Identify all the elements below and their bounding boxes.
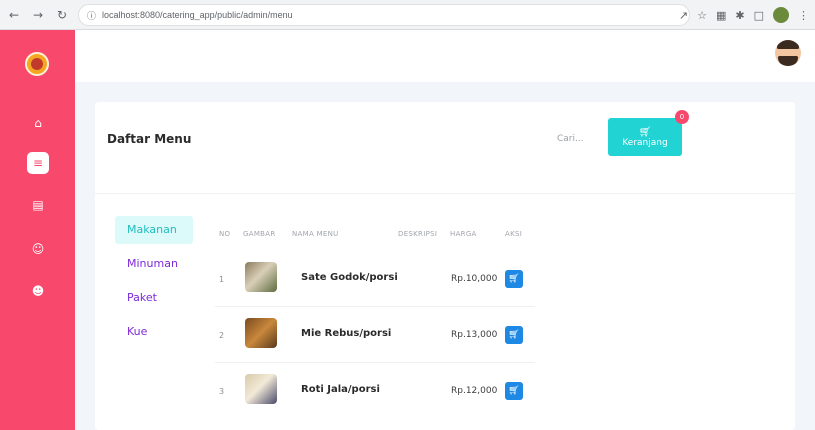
main-content: Daftar Menu Cari... 🛒︎ Keranjang 0 Makan…: [75, 82, 815, 430]
menu-card: Daftar Menu Cari... 🛒︎ Keranjang 0 Makan…: [95, 102, 795, 430]
cart-icon: 🛒︎: [508, 386, 520, 396]
extension-icons: ↗ ☆ ▦ ✱ □ ⋮: [679, 0, 809, 30]
cart-count-badge: 0: [675, 110, 689, 124]
cart-icon: 🛒︎: [508, 330, 520, 340]
row-number: 2: [219, 331, 225, 340]
puzzle-icon[interactable]: ✱: [735, 9, 744, 22]
tab-minuman[interactable]: Minuman: [115, 250, 193, 278]
cart-icon: 🛒︎: [508, 274, 520, 284]
card-header: Daftar Menu Cari... 🛒︎ Keranjang 0: [95, 102, 795, 194]
menu-name: Roti Jala/porsi: [301, 384, 380, 395]
add-to-cart-button[interactable]: 🛒︎: [505, 326, 523, 344]
bookmark-star-icon[interactable]: ☆: [697, 9, 707, 22]
header-price: HARGA: [450, 230, 477, 238]
header-name: NAMA MENU: [292, 230, 339, 238]
menu-name: Mie Rebus/porsi: [301, 328, 392, 339]
orders-icon[interactable]: ▤: [27, 194, 49, 216]
menu-image: [245, 374, 277, 404]
app-logo[interactable]: [25, 52, 49, 76]
browser-toolbar: ← → ↻ ⓘ localhost:8080/catering_app/publ…: [0, 0, 815, 30]
search-input[interactable]: Cari...: [557, 134, 584, 144]
home-icon[interactable]: ⌂: [27, 112, 49, 134]
row-number: 3: [219, 387, 225, 396]
address-bar[interactable]: ⓘ localhost:8080/catering_app/public/adm…: [78, 4, 690, 26]
cart-button[interactable]: 🛒︎ Keranjang: [608, 118, 682, 156]
back-icon[interactable]: ←: [4, 5, 24, 25]
site-info-icon[interactable]: ⓘ: [87, 9, 96, 22]
header-desc: DESKRIPSI: [398, 230, 438, 238]
menu-image: [245, 262, 277, 292]
tab-kue[interactable]: Kue: [115, 318, 193, 346]
forward-icon[interactable]: →: [28, 5, 48, 25]
user-icon[interactable]: ☻: [27, 280, 49, 302]
header-no: NO: [219, 230, 231, 238]
menu-price: Rp.12,000: [451, 386, 498, 396]
sidepanel-icon[interactable]: □: [754, 9, 764, 22]
category-tabs: Makanan Minuman Paket Kue: [115, 216, 193, 352]
table-row: 1 Sate Godok/porsi Rp.10,000 🛒︎: [215, 252, 535, 302]
menu-name: Sate Godok/porsi: [301, 272, 398, 283]
tab-paket[interactable]: Paket: [115, 284, 193, 312]
menu-image: [245, 318, 277, 348]
menu-price: Rp.13,000: [451, 330, 498, 340]
menu-list-icon[interactable]: ≡: [27, 152, 49, 174]
add-to-cart-button[interactable]: 🛒︎: [505, 270, 523, 288]
row-divider: [215, 306, 535, 307]
row-divider: [215, 362, 535, 363]
table-row: 2 Mie Rebus/porsi Rp.13,000 🛒︎: [215, 308, 535, 358]
table-row: 3 Roti Jala/porsi Rp.12,000 🛒︎: [215, 364, 535, 414]
users-icon[interactable]: ☺: [27, 238, 49, 260]
row-number: 1: [219, 275, 225, 284]
menu-price: Rp.10,000: [451, 274, 498, 284]
more-icon[interactable]: ⋮: [798, 9, 809, 22]
page-title: Daftar Menu: [107, 132, 192, 146]
share-icon[interactable]: ↗: [679, 9, 688, 22]
header-action: AKSI: [505, 230, 523, 238]
url-text: localhost:8080/catering_app/public/admin…: [102, 10, 293, 20]
reload-icon[interactable]: ↻: [52, 5, 72, 25]
extension-icon[interactable]: ▦: [716, 9, 726, 22]
user-avatar[interactable]: [775, 40, 801, 66]
sidebar: ⌂ ≡ ▤ ☺ ☻: [0, 30, 75, 430]
top-bar: [75, 30, 815, 82]
cart-label: Keranjang: [622, 137, 668, 148]
header-image: GAMBAR: [243, 230, 276, 238]
add-to-cart-button[interactable]: 🛒︎: [505, 382, 523, 400]
tab-makanan[interactable]: Makanan: [115, 216, 193, 244]
cart-icon: 🛒︎: [638, 126, 652, 138]
profile-avatar[interactable]: [773, 7, 789, 23]
